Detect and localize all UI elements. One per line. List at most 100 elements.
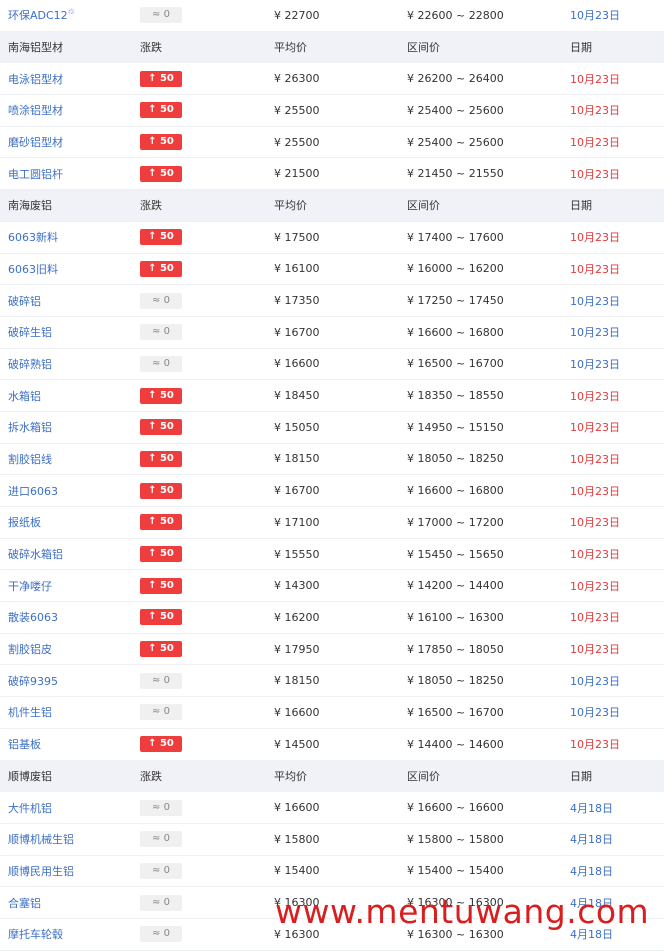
product-name: 电泳铝型材	[8, 72, 63, 86]
arrow-up-icon: ↑	[148, 643, 160, 655]
product-name: 6063旧料	[8, 262, 58, 276]
product-name-link[interactable]: 喷涂铝型材	[0, 102, 132, 118]
product-name: 喷涂铝型材	[8, 104, 63, 118]
section-title: 南海废铝	[0, 197, 132, 213]
table-row: 破碎水箱铝 ↑ 50 ¥ 15550 ¥ 15450 ~ 15650 10月23日	[0, 539, 664, 571]
product-name-link[interactable]: 电泳铝型材	[0, 71, 132, 87]
table-row: 6063新料 ↑ 50 ¥ 17500 ¥ 17400 ~ 17600 10月23日	[0, 222, 664, 254]
product-name: 拆水箱铝	[8, 421, 52, 435]
avg-price: ¥ 18150	[274, 452, 320, 466]
product-name-link[interactable]: 割胶铝线	[0, 451, 132, 467]
table-row: 破碎熟铝 ≈ 0 ¥ 16600 ¥ 16500 ~ 16700 10月23日	[0, 349, 664, 381]
change-cell: ↑ 50	[132, 450, 265, 467]
product-name-link[interactable]: 拆水箱铝	[0, 419, 132, 435]
avg-price: ¥ 16100	[274, 262, 320, 276]
change-cell: ≈ 0	[132, 799, 265, 816]
range-header: 区间价	[407, 41, 440, 55]
approx-icon: ≈	[152, 357, 164, 369]
product-name-link[interactable]: 报纸板	[0, 514, 132, 530]
product-name: 散装6063	[8, 611, 58, 625]
product-name: 破碎生铝	[8, 326, 52, 340]
product-name-link[interactable]: 干净喽仔	[0, 578, 132, 594]
change-badge: ≈ 0	[140, 672, 182, 689]
product-name-link[interactable]: 大件机铝	[0, 800, 132, 816]
range-price: ¥ 16600 ~ 16800	[407, 484, 504, 498]
approx-icon: ≈	[152, 833, 164, 845]
product-name-link[interactable]: 机件生铝	[0, 704, 132, 720]
product-name-link[interactable]: 6063旧料	[0, 261, 132, 277]
table-row: 割胶铝皮 ↑ 50 ¥ 17950 ¥ 17850 ~ 18050 10月23日	[0, 634, 664, 666]
product-name-link[interactable]: 破碎生铝	[0, 324, 132, 340]
avg-price: ¥ 17350	[274, 294, 320, 308]
change-cell: ↑ 50	[132, 70, 265, 87]
date-value: 4月18日	[570, 864, 613, 878]
product-name-link[interactable]: 破碎水箱铝	[0, 546, 132, 562]
change-cell: ↑ 50	[132, 229, 265, 246]
product-name-link[interactable]: 合塞铝	[0, 895, 132, 911]
avg-price: ¥ 15550	[274, 547, 320, 561]
change-value: 50	[159, 389, 174, 401]
avg-price: ¥ 17100	[274, 515, 320, 529]
range-price: ¥ 18050 ~ 18250	[407, 674, 504, 688]
product-name-link[interactable]: 水箱铝	[0, 388, 132, 404]
product-name-link[interactable]: 破碎熟铝	[0, 356, 132, 372]
product-name: 大件机铝	[8, 801, 52, 815]
product-name: 顺博民用生铝	[8, 864, 74, 878]
change-cell: ↑ 50	[132, 482, 265, 499]
arrow-up-icon: ↑	[148, 452, 160, 464]
change-value: 0	[163, 706, 170, 718]
date-value: 10月23日	[570, 104, 620, 118]
table-row: 顺博机械生铝 ≈ 0 ¥ 15800 ¥ 15800 ~ 15800 4月18日	[0, 824, 664, 856]
change-badge: ≈ 0	[140, 355, 182, 372]
change-value: 50	[159, 738, 174, 750]
change-value: 50	[159, 516, 174, 528]
change-value: 50	[159, 484, 174, 496]
approx-icon: ≈	[152, 294, 164, 306]
product-name-link[interactable]: 铝基板	[0, 736, 132, 752]
approx-icon: ≈	[152, 801, 164, 813]
product-name: 割胶铝线	[8, 452, 52, 466]
change-value: 0	[163, 928, 170, 940]
date-value: 10月23日	[570, 611, 620, 625]
product-name: 报纸板	[8, 516, 41, 530]
product-name-link[interactable]: 6063新料	[0, 229, 132, 245]
range-price: ¥ 17000 ~ 17200	[407, 515, 504, 529]
change-badge: ↑ 50	[140, 134, 182, 151]
product-name-link[interactable]: 散装6063	[0, 609, 132, 625]
arrow-up-icon: ↑	[148, 579, 160, 591]
price-table: 环保ADC12♲ ≈ 0 ¥ 22700 ¥ 22600 ~ 22800 10月23日南…	[0, 0, 664, 951]
change-value: 50	[159, 579, 174, 591]
product-name-link[interactable]: 磨砂铝型材	[0, 134, 132, 150]
change-badge: ↑ 50	[140, 419, 182, 436]
avg-price: ¥ 14300	[274, 579, 320, 593]
product-name-link[interactable]: 顺博民用生铝	[0, 863, 132, 879]
range-price: ¥ 14200 ~ 14400	[407, 579, 504, 593]
change-value: 50	[159, 136, 174, 148]
avg-price: ¥ 18450	[274, 389, 320, 403]
table-row: 报纸板 ↑ 50 ¥ 17100 ¥ 17000 ~ 17200 10月23日	[0, 507, 664, 539]
product-name: 水箱铝	[8, 389, 41, 403]
product-name-link[interactable]: 进口6063	[0, 483, 132, 499]
product-name-link[interactable]: 破碎9395	[0, 673, 132, 689]
range-price: ¥ 16500 ~ 16700	[407, 705, 504, 719]
change-cell: ≈ 0	[132, 7, 265, 24]
product-name-link[interactable]: 割胶铝皮	[0, 641, 132, 657]
product-name-link[interactable]: 摩托车轮毂	[0, 926, 132, 942]
product-name: 破碎9395	[8, 674, 58, 688]
change-cell: ↑ 50	[132, 387, 265, 404]
product-name-link[interactable]: 顺博机械生铝	[0, 831, 132, 847]
product-name-link[interactable]: 电工圆铝杆	[0, 166, 132, 182]
table-row: 割胶铝线 ↑ 50 ¥ 18150 ¥ 18050 ~ 18250 10月23日	[0, 444, 664, 476]
product-name: 破碎铝	[8, 294, 41, 308]
change-value: 0	[163, 357, 170, 369]
avg-price: ¥ 25500	[274, 103, 320, 117]
change-cell: ↑ 50	[132, 609, 265, 626]
range-price: ¥ 18350 ~ 18550	[407, 389, 504, 403]
avg-price: ¥ 16700	[274, 484, 320, 498]
arrow-up-icon: ↑	[148, 231, 160, 243]
product-name-link[interactable]: 环保ADC12♲	[0, 7, 132, 23]
change-badge: ≈ 0	[140, 7, 182, 24]
table-row: 干净喽仔 ↑ 50 ¥ 14300 ¥ 14200 ~ 14400 10月23日	[0, 570, 664, 603]
product-name-link[interactable]: 破碎铝	[0, 293, 132, 309]
change-value: 0	[163, 833, 170, 845]
